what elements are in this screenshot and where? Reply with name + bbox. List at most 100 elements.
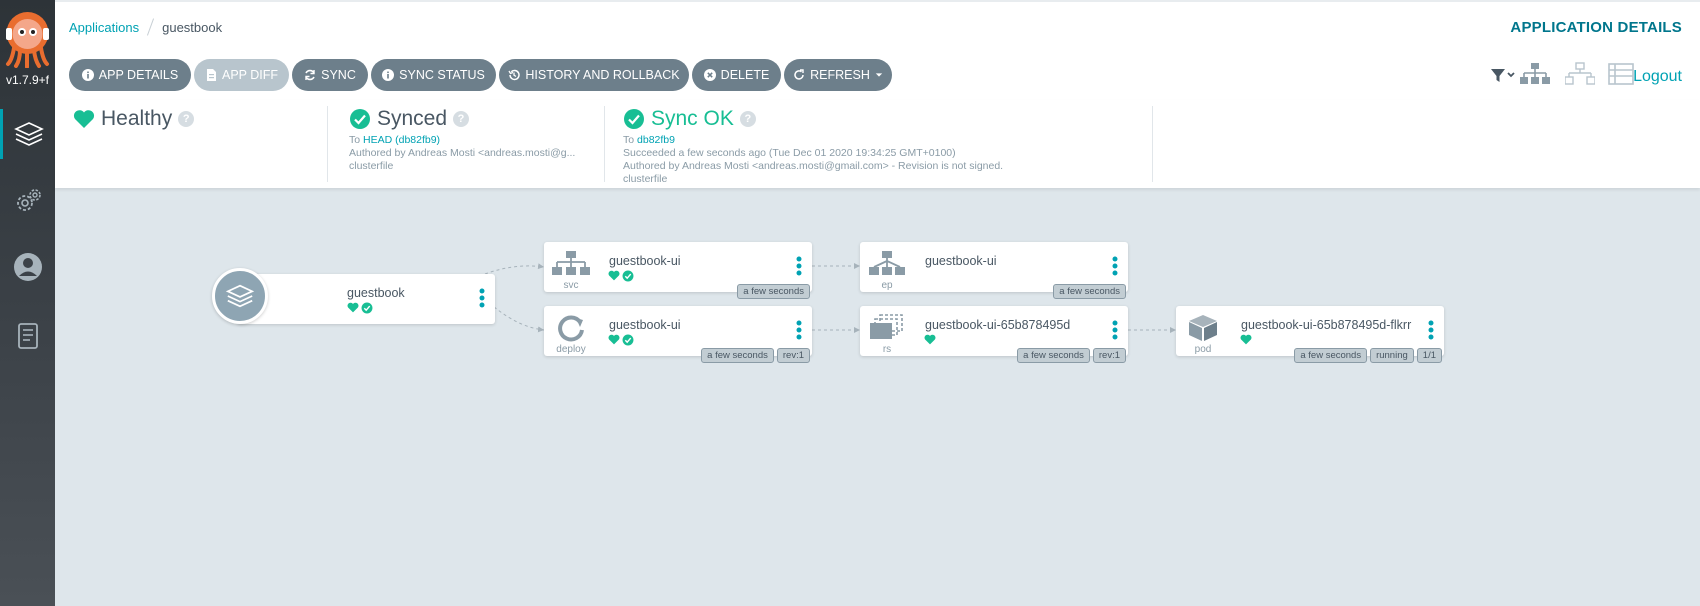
check-circle-icon [622, 270, 634, 282]
sync-button-label: SYNC [321, 68, 356, 82]
operation-help-icon[interactable]: ? [739, 111, 756, 127]
layers-icon [225, 284, 255, 308]
operation-revision-link[interactable]: db82fb9 [637, 134, 675, 146]
sync-message: clusterfile [349, 160, 394, 172]
sync-help-icon[interactable]: ? [453, 111, 470, 127]
age-tag: a few seconds [1294, 348, 1368, 363]
network-view-button[interactable] [1564, 62, 1596, 91]
heart-icon [73, 110, 95, 128]
replicaset-icon [870, 314, 903, 339]
svc-node-name: guestbook-ui [609, 254, 681, 268]
check-circle-icon [624, 109, 644, 129]
app-node[interactable]: guestbook [237, 274, 495, 324]
tree-view-button[interactable] [1520, 62, 1550, 91]
app-details-button[interactable]: APP DETAILS [69, 59, 191, 91]
refresh-button[interactable]: REFRESH [784, 59, 892, 91]
rs-node[interactable]: rs guestbook-ui-65b878495d a few seconds… [860, 306, 1128, 363]
deployment-icon [558, 315, 584, 342]
sidebar-item-docs[interactable] [0, 311, 55, 361]
operation-to-prefix: To [623, 134, 635, 146]
health-help-icon[interactable]: ? [178, 111, 195, 127]
age-tag: a few seconds [701, 348, 774, 363]
refresh-button-label: REFRESH [810, 68, 870, 82]
health-label: Healthy [101, 107, 173, 130]
sidebar: v1.7.9+f [0, 0, 55, 606]
breadcrumb-current: guestbook [162, 19, 223, 35]
info-icon [382, 69, 395, 81]
sync-status: Synced ? To HEAD (db82fb9) Authored by A… [349, 106, 605, 182]
ep-node-menu-icon[interactable] [1112, 256, 1118, 276]
rs-node-menu-icon[interactable] [1112, 320, 1118, 340]
pod-node-menu-icon[interactable] [1428, 320, 1434, 340]
top-bar: Applications guestbook APPLICATION DETAI… [55, 0, 1700, 52]
delete-button[interactable]: DELETE [692, 59, 781, 91]
history-rollback-button-label: HISTORY AND ROLLBACK [525, 68, 680, 82]
check-circle-icon [350, 109, 370, 129]
delete-circle-icon [703, 69, 716, 81]
book-icon [17, 323, 38, 349]
operation-status: Sync OK ? To db82fb9 Succeeded a few sec… [623, 106, 1153, 185]
info-icon [81, 69, 94, 81]
age-tag: a few seconds [1017, 348, 1090, 363]
argo-logo-icon[interactable] [4, 10, 51, 69]
deploy-node-status [608, 334, 634, 346]
operation-message: clusterfile [623, 173, 668, 185]
file-diff-icon [206, 69, 216, 81]
svc-node-kind: svc [563, 280, 579, 291]
svc-node-menu-icon[interactable] [796, 256, 802, 276]
cube-icon [1189, 315, 1217, 341]
sidebar-item-applications[interactable] [0, 109, 55, 159]
sync-icon [305, 69, 315, 81]
phase-tag: running [1370, 348, 1414, 363]
toolbar: APP DETAILS APP DIFF SYNC SYNC STATUS HI… [55, 52, 1700, 100]
sidebar-item-settings[interactable] [0, 176, 55, 226]
age-tag: a few seconds [1053, 284, 1126, 299]
sync-status-button[interactable]: SYNC STATUS [371, 59, 496, 91]
history-rollback-button[interactable]: HISTORY AND ROLLBACK [499, 59, 689, 91]
ep-node-name: guestbook-ui [925, 254, 997, 268]
svc-node[interactable]: svc guestbook-ui a few seconds [544, 242, 812, 299]
logout-link[interactable]: Logout [1633, 68, 1682, 86]
health-status: Healthy ? [73, 106, 328, 182]
ep-node-tags: a few seconds [1053, 284, 1126, 299]
pod-node[interactable]: pod guestbook-ui-65b878495d-flkrr a few … [1176, 306, 1444, 363]
endpoints-icon [869, 251, 905, 275]
sidebar-item-user-info[interactable] [0, 242, 55, 292]
filter-icon [1491, 69, 1515, 82]
deploy-node[interactable]: deploy guestbook-ui a few seconds rev:1 [544, 306, 812, 363]
svc-node-tags: a few seconds [737, 284, 810, 299]
app-node-icon [212, 268, 268, 324]
breadcrumb: Applications guestbook [69, 18, 222, 36]
breadcrumb-applications-link[interactable]: Applications [69, 20, 139, 35]
app-node-status [347, 302, 373, 314]
deploy-node-tags: a few seconds rev:1 [701, 348, 810, 363]
filter-dropdown[interactable] [1490, 66, 1516, 89]
ep-node[interactable]: ep guestbook-ui a few seconds [860, 242, 1128, 299]
check-circle-icon [361, 302, 373, 314]
status-panel: Healthy ? Synced ? To HEAD (db82fb9) Aut… [55, 100, 1700, 188]
resource-tree-graph: guestbook svc guestbook-ui a few seconds… [55, 188, 1700, 606]
pod-node-name: guestbook-ui-65b878495d-flkrr [1241, 318, 1412, 332]
pod-node-tags: a few seconds running 1/1 [1294, 348, 1442, 363]
page-title: APPLICATION DETAILS [1510, 19, 1682, 36]
revision-tag: rev:1 [1092, 348, 1126, 363]
pod-node-kind: pod [1194, 344, 1212, 355]
list-icon [1608, 63, 1634, 85]
list-view-button[interactable] [1608, 62, 1634, 91]
deploy-node-menu-icon[interactable] [796, 320, 802, 340]
caret-down-icon [875, 73, 883, 77]
sync-status-button-label: SYNC STATUS [399, 68, 485, 82]
sync-label: Synced [377, 107, 448, 130]
operation-time: Succeeded a few seconds ago (Tue Dec 01 … [623, 147, 956, 159]
ready-count-tag: 1/1 [1416, 348, 1442, 363]
app-node-menu-icon[interactable] [479, 288, 485, 308]
layers-icon [14, 122, 44, 146]
gears-icon [16, 189, 41, 211]
age-tag: a few seconds [737, 284, 810, 299]
app-node-name: guestbook [347, 286, 405, 300]
svc-node-status [608, 270, 634, 282]
sync-button[interactable]: SYNC [292, 59, 368, 91]
deploy-node-name: guestbook-ui [609, 318, 681, 332]
sync-revision-link[interactable]: HEAD (db82fb9) [363, 134, 440, 146]
app-diff-button[interactable]: APP DIFF [194, 59, 289, 91]
